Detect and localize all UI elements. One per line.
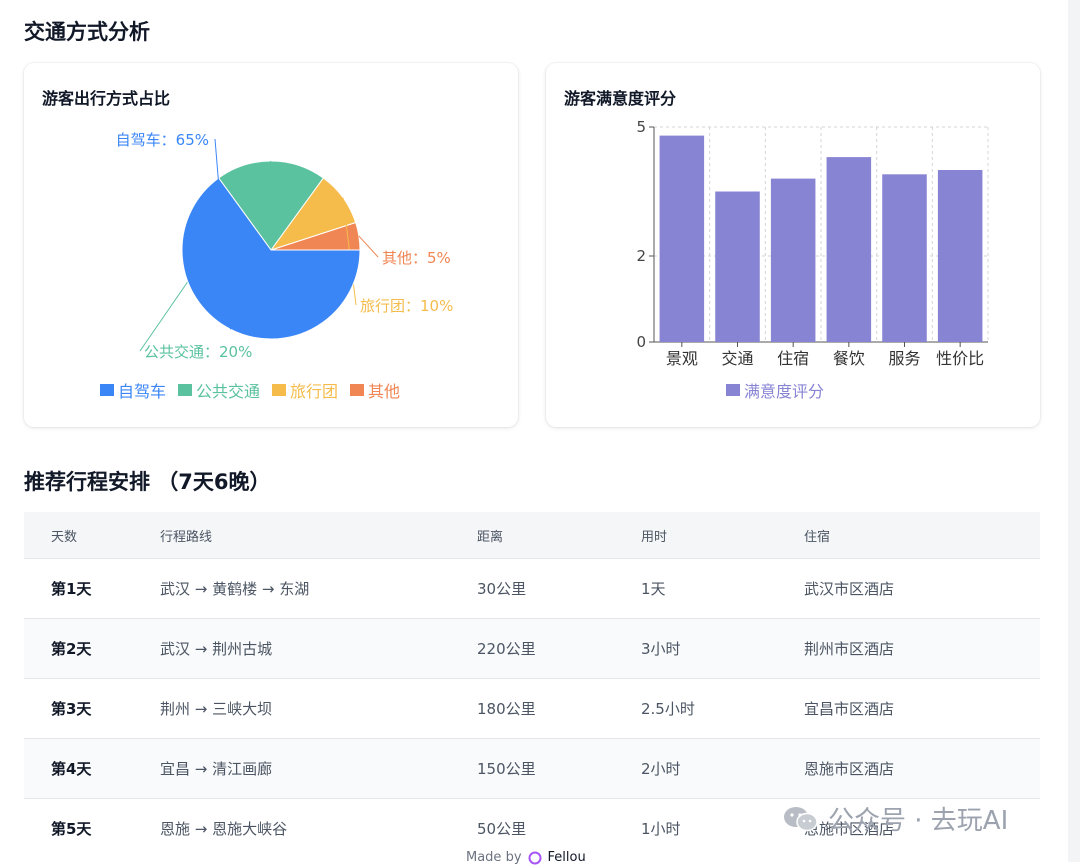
y-tick-label: 0 [636, 333, 646, 351]
header-route: 行程路线 [160, 529, 213, 545]
bar-chart-card: 游客满意度评分 0 2 5 景观 交通 住宿 餐饮 服务 性价比 满意度评分 [546, 63, 1040, 427]
cell-day: 第3天 [51, 700, 92, 718]
bar-chart: 0 2 5 景观 交通 住宿 餐饮 服务 性价比 [636, 118, 989, 368]
x-tick-label: 住宿 [777, 349, 809, 368]
cell-distance: 180公里 [477, 700, 536, 718]
cell-day: 第4天 [51, 760, 92, 778]
cell-duration: 2小时 [641, 760, 681, 778]
y-tick-label: 5 [636, 118, 646, 136]
cell-lodging: 武汉市区酒店 [804, 580, 895, 598]
section-title-itinerary: 推荐行程安排 （7天6晚） [24, 470, 271, 494]
cell-lodging: 宜昌市区酒店 [804, 700, 895, 718]
header-lodging: 住宿 [804, 529, 831, 545]
footer-brand[interactable]: Fellou [548, 850, 586, 865]
header-distance: 距离 [477, 529, 504, 545]
cell-duration: 3小时 [641, 640, 681, 658]
cell-distance: 30公里 [477, 580, 527, 598]
wechat-icon [784, 806, 818, 831]
table-row: 第4天 宜昌 → 清江画廊 150公里 2小时 恩施市区酒店 [24, 738, 1040, 798]
bar[interactable] [770, 178, 816, 342]
x-tick-label: 服务 [888, 349, 920, 368]
legend-swatch [100, 384, 114, 396]
cell-route: 宜昌 → 清江画廊 [160, 760, 273, 778]
legend-label: 其他 [368, 382, 401, 401]
legend-label: 旅行团 [290, 382, 339, 401]
y-tick-label: 2 [636, 247, 646, 265]
header-duration: 用时 [641, 529, 668, 545]
legend-swatch [178, 384, 193, 396]
table-row: 第1天 武汉 → 黄鹤楼 → 东湖 30公里 1天 武汉市区酒店 [24, 558, 1040, 618]
cell-route: 武汉 → 荆州古城 [160, 640, 273, 658]
footer-made-by: Made by [466, 850, 522, 865]
cell-duration: 1小时 [641, 820, 681, 838]
table-row: 第2天 武汉 → 荆州古城 220公里 3小时 荆州市区酒店 [24, 618, 1040, 678]
header-day: 天数 [51, 529, 78, 545]
legend-swatch [272, 384, 287, 396]
pie-legend-item[interactable]: 其他 [350, 378, 400, 402]
pie-chart-card: 游客出行方式占比 其他：5% 旅行团：10% 公共交通：20% 自驾车：65% 自驾车… [24, 63, 518, 427]
table-row: 第3天 荆州 → 三峡大坝 180公里 2.5小时 宜昌市区酒店 [24, 678, 1040, 738]
x-tick-label: 性价比 [936, 349, 984, 368]
x-tick-label: 餐饮 [833, 349, 865, 368]
cell-day: 第1天 [51, 580, 92, 598]
legend-label: 自驾车 [118, 382, 167, 401]
pie-slice-label: 自驾车：65% [116, 131, 209, 149]
watermark-text: 公众号 · 去玩AI [828, 806, 1009, 836]
cell-lodging: 荆州市区酒店 [804, 640, 895, 658]
scrollbar-track[interactable] [1068, 0, 1080, 862]
fellou-logo-icon [528, 851, 542, 864]
section-title-transport: 交通方式分析 [24, 20, 150, 44]
bar[interactable] [659, 135, 705, 342]
cell-distance: 220公里 [477, 640, 536, 658]
cell-duration: 1天 [641, 580, 666, 598]
bar-legend: 满意度评分 [726, 378, 824, 402]
x-tick-label: 景观 [666, 349, 698, 368]
bar-legend-item[interactable]: 满意度评分 [726, 378, 824, 402]
cell-duration: 2.5小时 [641, 700, 695, 718]
cell-distance: 150公里 [477, 760, 536, 778]
pie-chart: 其他：5% 旅行团：10% 公共交通：20% 自驾车：65% [116, 131, 454, 361]
cell-route: 恩施 → 恩施大峡谷 [160, 820, 288, 838]
legend-swatch [350, 384, 365, 396]
bar[interactable] [826, 157, 872, 342]
pie-slice-label: 旅行团：10% [360, 297, 453, 315]
table-header: 天数 行程路线 距离 用时 住宿 [24, 512, 1040, 558]
watermark: 公众号 · 去玩AI [782, 800, 1008, 837]
cell-lodging: 恩施市区酒店 [804, 760, 895, 778]
bar[interactable] [715, 191, 760, 343]
pie-legend-item[interactable]: 旅行团 [272, 378, 338, 402]
pie-slice-label: 公共交通：20% [144, 343, 252, 361]
pie-legend: 自驾车 公共交通 旅行团 其他 [100, 378, 400, 402]
pie-legend-item[interactable]: 自驾车 [100, 378, 166, 402]
cell-distance: 50公里 [477, 820, 527, 838]
legend-swatch [726, 384, 740, 396]
pie-leader-line [358, 235, 379, 258]
pie-slice-label: 其他：5% [382, 249, 451, 267]
x-tick-label: 交通 [721, 349, 753, 368]
pie-legend-item[interactable]: 公共交通 [178, 378, 260, 402]
cell-day: 第2天 [51, 640, 92, 658]
legend-label: 公共交通 [196, 382, 261, 401]
bar[interactable] [937, 170, 983, 342]
bar[interactable] [882, 174, 927, 342]
cell-day: 第5天 [51, 820, 92, 838]
cell-route: 武汉 → 黄鹤楼 → 东湖 [160, 580, 310, 598]
cell-route: 荆州 → 三峡大坝 [160, 700, 273, 718]
footer: Made by Fellou [466, 850, 586, 865]
legend-label: 满意度评分 [744, 382, 825, 401]
